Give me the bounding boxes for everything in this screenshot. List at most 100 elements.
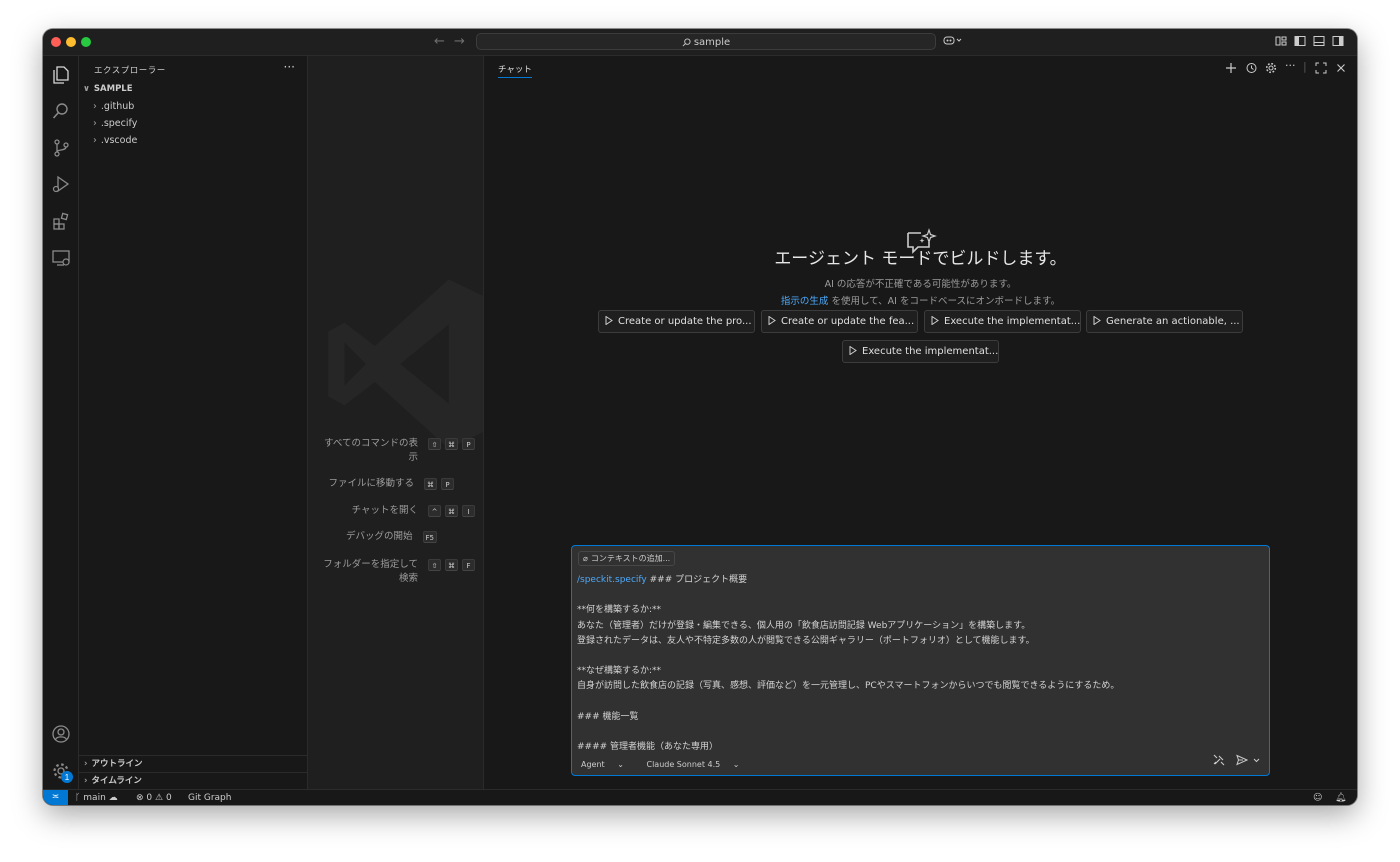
suggestion-label: Execute the implementat... xyxy=(862,346,999,357)
input-line xyxy=(577,725,1263,740)
chevron-right-icon: › xyxy=(93,135,97,146)
key-ctrl: ^ xyxy=(428,505,441,517)
chevron-right-icon: › xyxy=(93,118,97,129)
explorer-icon[interactable] xyxy=(51,65,71,85)
play-icon xyxy=(605,316,613,325)
play-icon xyxy=(1093,316,1101,325)
error-count: 0 xyxy=(146,793,153,803)
source-control-icon[interactable] xyxy=(51,138,71,158)
tree-item-label: .specify xyxy=(100,118,138,129)
chat-panel: チャット ··· | エージェント モードでビルドします。 AI の応答が不正確… xyxy=(484,56,1357,790)
timeline-section[interactable]: › タイムライン xyxy=(79,772,307,789)
minimize-window-button[interactable] xyxy=(66,37,76,47)
add-context-label: コンテキストの追加... xyxy=(590,554,671,563)
search-icon xyxy=(682,38,691,47)
shortcut-find-in-folder: フォルダーを指定して検索 ⇧ ⌘ F xyxy=(322,558,475,586)
suggestion-button[interactable]: Generate an actionable, ... xyxy=(1086,310,1243,333)
paperclip-icon: ⌀ xyxy=(583,554,588,563)
remote-explorer-icon[interactable] xyxy=(51,248,71,268)
chat-settings-gear-icon[interactable] xyxy=(1265,62,1277,74)
send-icon[interactable] xyxy=(1236,754,1249,766)
play-icon xyxy=(849,346,857,355)
settings-badge-count: 1 xyxy=(65,773,70,782)
copilot-status-icon[interactable]: ☺ xyxy=(1313,791,1322,805)
tree-item-vscode[interactable]: › .vscode xyxy=(93,135,137,146)
extensions-icon[interactable] xyxy=(51,211,71,231)
toolbar-divider: | xyxy=(1303,60,1307,73)
chat-input-text[interactable]: /speckit.specify ### プロジェクト概要 **何を構築するか:… xyxy=(577,573,1263,755)
close-icon[interactable] xyxy=(1335,62,1347,74)
problems-status[interactable]: ⊗ 0 ⚠ 0 xyxy=(136,791,172,805)
tree-item-specify[interactable]: › .specify xyxy=(93,118,137,129)
key-cmd: ⌘ xyxy=(424,478,437,490)
zoom-window-button[interactable] xyxy=(81,37,91,47)
git-graph-status[interactable]: Git Graph xyxy=(188,791,231,805)
outline-label: アウトライン xyxy=(91,759,143,769)
chevron-down-icon: ∨ xyxy=(83,84,90,94)
history-icon[interactable] xyxy=(1245,62,1257,74)
shortcut-label: フォルダーを指定して検索 xyxy=(323,559,418,584)
settings-badge: 1 xyxy=(61,771,73,783)
maximize-icon[interactable] xyxy=(1315,62,1327,74)
search-icon[interactable] xyxy=(51,101,71,121)
account-icon[interactable] xyxy=(51,724,71,744)
explorer-sidebar: エクスプローラー ··· ∨ SAMPLE › .github › .specify … xyxy=(79,56,308,790)
chevron-down-icon: ⌄ xyxy=(732,760,740,769)
shortcut-go-to-file: ファイルに移動する ⌘ P xyxy=(318,477,475,491)
input-line xyxy=(577,649,1263,664)
titlebar: ← → sample xyxy=(43,29,1357,56)
input-line: ### 機能一覧 xyxy=(577,711,639,722)
back-arrow-icon[interactable]: ← xyxy=(434,34,445,49)
suggestion-button[interactable]: Execute the implementat... xyxy=(842,340,999,363)
chat-welcome-title: エージェント モードでビルドします。 xyxy=(774,249,1067,269)
customize-layout-icon[interactable] xyxy=(1275,35,1287,47)
suggestion-button[interactable]: Create or update the fea... xyxy=(761,310,918,333)
remote-indicator-icon[interactable]: ≍ xyxy=(43,790,68,805)
chevron-down-icon[interactable] xyxy=(1253,754,1260,766)
command-center-search[interactable]: sample xyxy=(476,33,936,50)
more-icon[interactable]: ··· xyxy=(1285,59,1296,72)
mode-picker[interactable]: Agent ⌄ xyxy=(581,760,634,769)
input-line: /speckit.specify ### プロジェクト概要 xyxy=(577,573,1263,588)
key-i: I xyxy=(462,505,475,517)
chat-disclaimer: AI の応答が不正確である可能性があります。 xyxy=(824,279,1017,290)
input-line: 自身が訪問した飲食店の記録（写真、感想、評価など）を一元管理し、PCやスマートフ… xyxy=(577,681,1120,692)
branch-icon: ᚴ xyxy=(75,793,81,803)
suggestion-button[interactable]: Execute the implementat... xyxy=(924,310,1081,333)
tree-item-github[interactable]: › .github xyxy=(93,101,134,112)
model-picker[interactable]: Claude Sonnet 4.5 ⌄ xyxy=(646,760,749,769)
key-shift: ⇧ xyxy=(428,559,441,571)
suggestion-label: Create or update the fea... xyxy=(781,316,915,327)
input-line xyxy=(577,695,1263,710)
tools-icon[interactable] xyxy=(1213,754,1225,766)
run-debug-icon[interactable] xyxy=(51,174,71,194)
shortcut-show-all-commands: すべてのコマンドの表示 ⇧ ⌘ P xyxy=(322,437,475,465)
toggle-panel-icon[interactable] xyxy=(1313,35,1325,47)
chat-input-box[interactable]: ⌀ コンテキストの追加... /speckit.specify ### プロジェク… xyxy=(571,545,1270,776)
suggestion-button[interactable]: Create or update the pro... xyxy=(598,310,755,333)
add-context-button[interactable]: ⌀ コンテキストの追加... xyxy=(578,551,676,566)
sidebar-title: エクスプローラー xyxy=(94,66,166,76)
tab-chat[interactable]: チャット xyxy=(498,63,532,78)
more-actions-icon[interactable]: ··· xyxy=(284,60,295,74)
model-label: Claude Sonnet 4.5 xyxy=(646,760,721,769)
input-line: **何を構築するか:** xyxy=(577,605,662,616)
folder-header[interactable]: ∨ SAMPLE xyxy=(83,84,133,94)
outline-section[interactable]: › アウトライン xyxy=(79,755,307,772)
input-line-text: ### プロジェクト概要 xyxy=(646,575,748,585)
input-line: 登録されたデータは、友人や不特定多数の人が閲覧できる公開ギャラリー（ポートフォリ… xyxy=(577,635,1035,646)
generate-instructions-link[interactable]: 指示の生成 xyxy=(781,296,829,307)
warning-count: 0 xyxy=(165,793,172,803)
copilot-icon[interactable] xyxy=(943,35,963,47)
toggle-primary-sidebar-icon[interactable] xyxy=(1294,35,1306,47)
new-chat-icon[interactable] xyxy=(1225,62,1237,74)
forward-arrow-icon[interactable]: → xyxy=(454,34,465,49)
branch-status[interactable]: ᚴ main ☁ xyxy=(75,791,118,805)
suggestion-label: Create or update the pro... xyxy=(618,316,752,327)
timeline-label: タイムライン xyxy=(91,776,142,786)
shortcut-open-chat: チャットを開く ^ ⌘ I xyxy=(322,504,475,518)
vscode-logo-watermark-icon xyxy=(328,279,483,449)
notifications-bell-icon[interactable]: 🔔︎ xyxy=(1335,791,1346,805)
close-window-button[interactable] xyxy=(51,37,61,47)
toggle-secondary-sidebar-icon[interactable] xyxy=(1332,35,1344,47)
